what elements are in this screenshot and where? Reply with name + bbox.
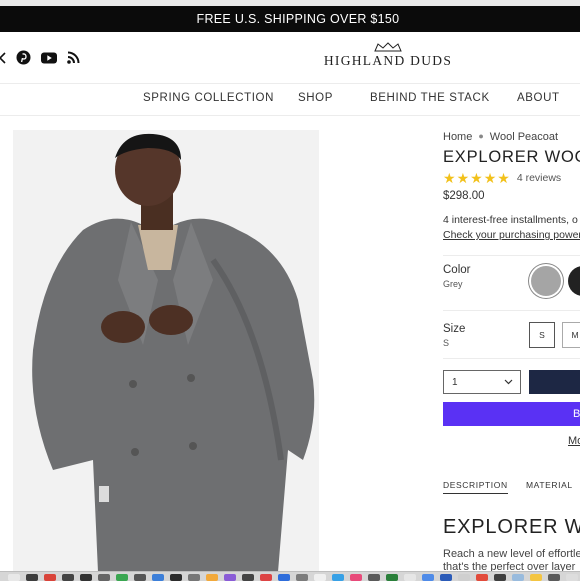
size-option-s[interactable]: S (529, 322, 555, 348)
x-icon[interactable] (0, 51, 6, 64)
logo-text: HIGHLAND DUDS (323, 53, 453, 68)
pinterest-icon[interactable] (16, 50, 31, 65)
nav-shop[interactable]: SHOP (298, 92, 333, 104)
swatch-black[interactable] (568, 266, 580, 296)
star-icon: ★ (470, 170, 483, 186)
product-price: $298.00 (443, 190, 485, 202)
main-nav: SPRING COLLECTION SHOP BEHIND THE STACK … (0, 92, 580, 106)
more-payment-options-link[interactable]: Mo (568, 435, 580, 447)
breadcrumb-current: Wool Peacoat (489, 131, 559, 143)
buy-now-label: B (573, 408, 580, 420)
youtube-icon[interactable] (41, 52, 57, 64)
nav-behind-the-stack[interactable]: BEHIND THE STACK (370, 92, 490, 104)
site-logo[interactable]: HIGHLAND DUDS (320, 42, 456, 69)
nav-about[interactable]: ABOUT (517, 92, 560, 104)
tab-description[interactable]: DESCRIPTION (443, 480, 508, 494)
color-divider (443, 255, 580, 256)
model-wearing-coat-image (13, 130, 319, 572)
chevron-down-icon (504, 379, 513, 385)
color-label: Color (443, 264, 471, 276)
star-icon: ★ (483, 170, 497, 186)
purchasing-power-link[interactable]: Check your purchasing power (443, 229, 580, 241)
size-option-m[interactable]: M (562, 322, 580, 348)
breadcrumb-home[interactable]: Home (443, 131, 472, 143)
description-line-1: Reach a new level of effortle (443, 548, 580, 560)
installments-text: 4 interest-free installments, o (443, 214, 578, 226)
swatch-grey[interactable] (531, 266, 561, 296)
nav-spring-collection[interactable]: SPRING COLLECTION (143, 92, 274, 104)
nav-divider (0, 115, 580, 116)
breadcrumb-separator-icon: ● (478, 131, 484, 141)
star-icon: ★ (443, 170, 456, 186)
size-label: Size (443, 323, 466, 335)
description-heading: EXPLORER W (443, 516, 580, 538)
rss-icon[interactable] (67, 51, 80, 64)
social-links (0, 50, 80, 65)
breadcrumb: Home ● Wool Peacoat (443, 131, 558, 143)
star-icon: ★ (456, 170, 470, 186)
crown-icon (374, 42, 402, 52)
color-value: Grey (443, 279, 463, 289)
quantity-select[interactable]: 1 (443, 370, 521, 394)
tab-material[interactable]: MATERIAL (526, 480, 573, 490)
product-title: EXPLORER WOO (443, 148, 580, 166)
announcement-bar: FREE U.S. SHIPPING OVER $150 (0, 6, 580, 32)
qty-divider (443, 358, 580, 359)
buy-now-button[interactable]: B (443, 402, 580, 426)
product-image[interactable] (13, 130, 319, 572)
header-divider (0, 83, 580, 84)
star-icon: ★ (497, 170, 510, 186)
add-to-cart-button[interactable] (529, 370, 580, 394)
size-value: S (443, 338, 450, 348)
size-divider (443, 310, 580, 311)
rating[interactable]: ★ ★ ★ ★ ★ 4 reviews (443, 171, 561, 185)
review-count[interactable]: 4 reviews (517, 172, 561, 184)
quantity-value: 1 (452, 377, 458, 388)
announcement-text: FREE U.S. SHIPPING OVER $150 (196, 12, 400, 26)
